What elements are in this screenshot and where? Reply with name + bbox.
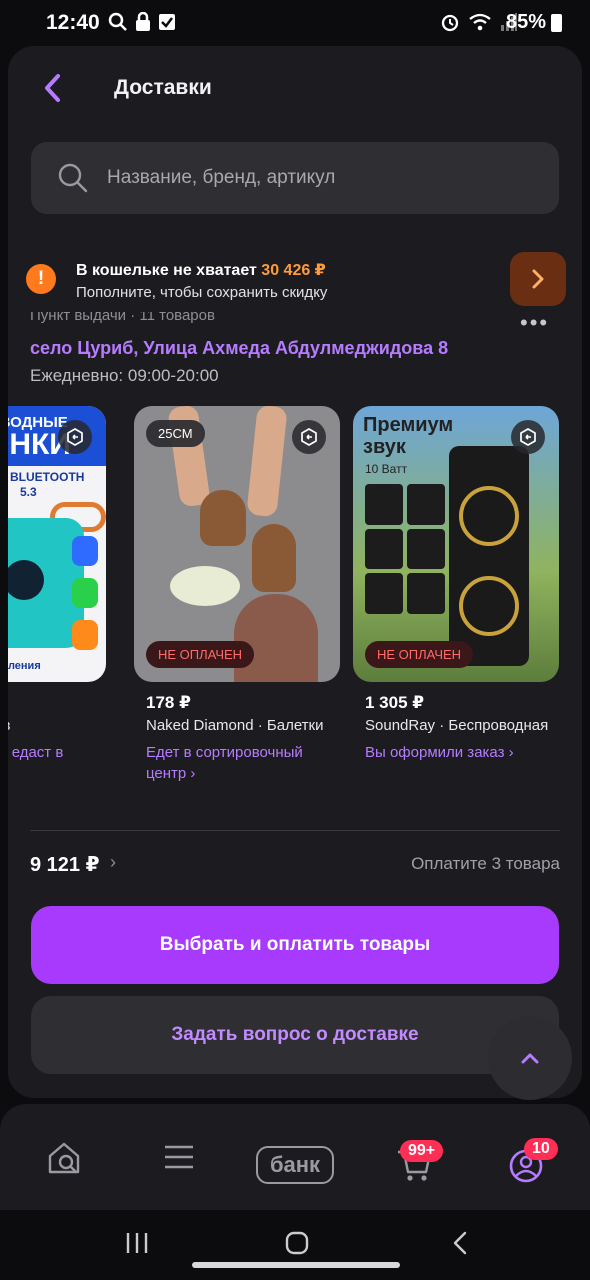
recent-apps-button[interactable] <box>124 1230 150 1261</box>
product-card[interactable]: Премиум звук 10 Ватт НЕ ОПЛАЧЕН 1 305 ₽ … <box>353 406 559 761</box>
scroll-to-top-button[interactable] <box>488 1016 572 1100</box>
battery-icon <box>551 14 562 32</box>
gesture-home-bar[interactable] <box>192 1262 400 1268</box>
product-status[interactable]: собрал заказ: едаст в <box>8 742 106 763</box>
recent-apps-icon <box>126 1233 148 1253</box>
unpaid-badge: НЕ ОПЛАЧЕН <box>365 641 474 668</box>
wallet-alert-text: В кошельке не хватает <box>76 262 257 279</box>
product-name: онка портатив <box>8 717 104 734</box>
page-title: Доставки <box>114 76 212 99</box>
pay-count-label: Оплатите 3 товара <box>411 854 560 873</box>
product-name: SoundRay · Беспроводная <box>365 717 549 734</box>
wallet-alert: ! В кошельке не хватает 30 426 ₽ Пополни… <box>8 246 582 316</box>
cart-count-badge: 99+ <box>400 1140 444 1162</box>
back-icon <box>453 1231 467 1255</box>
bank-label: банк <box>269 1152 321 1177</box>
ask-delivery-question-button[interactable]: Задать вопрос о доставке <box>31 996 559 1074</box>
return-box-icon <box>67 428 83 446</box>
status-bar: 12:40 85% <box>0 0 590 46</box>
chevron-left-icon <box>45 74 60 102</box>
search-input[interactable] <box>107 142 547 214</box>
nav-home[interactable] <box>46 1140 82 1181</box>
bottom-nav: банк 99+ 10 <box>0 1104 590 1210</box>
product-status[interactable]: Едет в сортировочный центр › <box>146 742 340 784</box>
chevron-up-icon <box>521 1053 539 1064</box>
checkbox-icon <box>159 14 175 30</box>
wallet-topup-button[interactable] <box>510 252 566 306</box>
status-left-icons <box>108 12 176 32</box>
chevron-right-icon[interactable]: › <box>110 852 116 873</box>
battery-level: 85% <box>505 11 546 33</box>
system-navigation-bar <box>0 1210 590 1280</box>
delivery-address[interactable]: село Цуриб, Улица Ахмеда Абдулмеджидова … <box>30 338 448 359</box>
wallet-alert-title: В кошельке не хватает 30 426 ₽ <box>76 260 326 280</box>
product-image-version: 5.3 <box>20 485 37 499</box>
product-image[interactable]: ОВОДНЫЕ ОНКИ BLUETOOTH 5.3 светления <box>8 406 106 682</box>
wifi-icon <box>469 13 491 31</box>
product-price: 1 305 ₽ <box>365 693 425 712</box>
product-image[interactable]: 25СМ НЕ ОПЛАЧЕН <box>134 406 340 682</box>
warning-icon: ! <box>26 264 56 294</box>
product-image-caption: светления <box>8 660 41 672</box>
deliveries-card: Доставки ! В кошельке не хватает 30 426 … <box>8 46 582 1098</box>
back-button[interactable] <box>34 70 70 106</box>
return-box-icon <box>301 428 317 446</box>
product-image[interactable]: Премиум звук 10 Ватт НЕ ОПЛАЧЕН <box>353 406 559 682</box>
product-image-bt: BLUETOOTH <box>10 470 85 484</box>
menu-icon <box>165 1145 193 1169</box>
product-name: Naked Diamond · Балетки <box>146 717 324 734</box>
lock-icon <box>136 12 150 31</box>
products-carousel[interactable]: ОВОДНЫЕ ОНКИ BLUETOOTH 5.3 светления онк… <box>8 406 582 786</box>
product-card[interactable]: ОВОДНЫЕ ОНКИ BLUETOOTH 5.3 светления онк… <box>8 406 106 761</box>
search-icon <box>108 12 127 31</box>
home-button[interactable] <box>284 1230 310 1261</box>
profile-notification-badge: 10 <box>524 1138 558 1160</box>
order-total[interactable]: 9 121 ₽ <box>30 852 100 877</box>
divider <box>30 830 560 831</box>
product-card[interactable]: 25СМ НЕ ОПЛАЧЕН 178 ₽ Naked Diamond · Ба… <box>134 406 340 782</box>
return-badge <box>292 420 326 454</box>
product-image-watt: 10 Ватт <box>365 462 408 476</box>
select-and-pay-button[interactable]: Выбрать и оплатить товары <box>31 906 559 984</box>
return-badge <box>58 420 92 454</box>
search-box[interactable] <box>31 142 559 214</box>
system-back-button[interactable] <box>450 1230 470 1261</box>
unpaid-badge: НЕ ОПЛАЧЕН <box>146 641 255 668</box>
header: Доставки <box>8 46 582 136</box>
home-search-icon <box>48 1142 80 1174</box>
return-badge <box>511 420 545 454</box>
alarm-icon <box>441 14 459 32</box>
nav-bank[interactable]: банк <box>256 1146 334 1184</box>
more-options-icon[interactable]: ••• <box>520 312 549 334</box>
wallet-alert-subtitle: Пополните, чтобы сохранить скидку <box>76 284 328 301</box>
chevron-right-icon <box>532 269 544 289</box>
product-price: 178 ₽ <box>146 693 191 712</box>
home-button-icon <box>285 1231 309 1255</box>
status-time: 12:40 <box>46 11 100 34</box>
wallet-missing-amount: 30 426 ₽ <box>261 262 326 279</box>
product-status[interactable]: Вы оформили заказ › <box>365 742 559 763</box>
pickup-hours: Ежедневно: 09:00-20:00 <box>30 366 219 385</box>
return-box-icon <box>520 428 536 446</box>
nav-catalog[interactable] <box>162 1140 196 1179</box>
pickup-label: Пункт выдачи · 11 товаров <box>30 312 215 323</box>
size-badge: 25СМ <box>146 420 205 447</box>
search-icon <box>58 163 88 193</box>
